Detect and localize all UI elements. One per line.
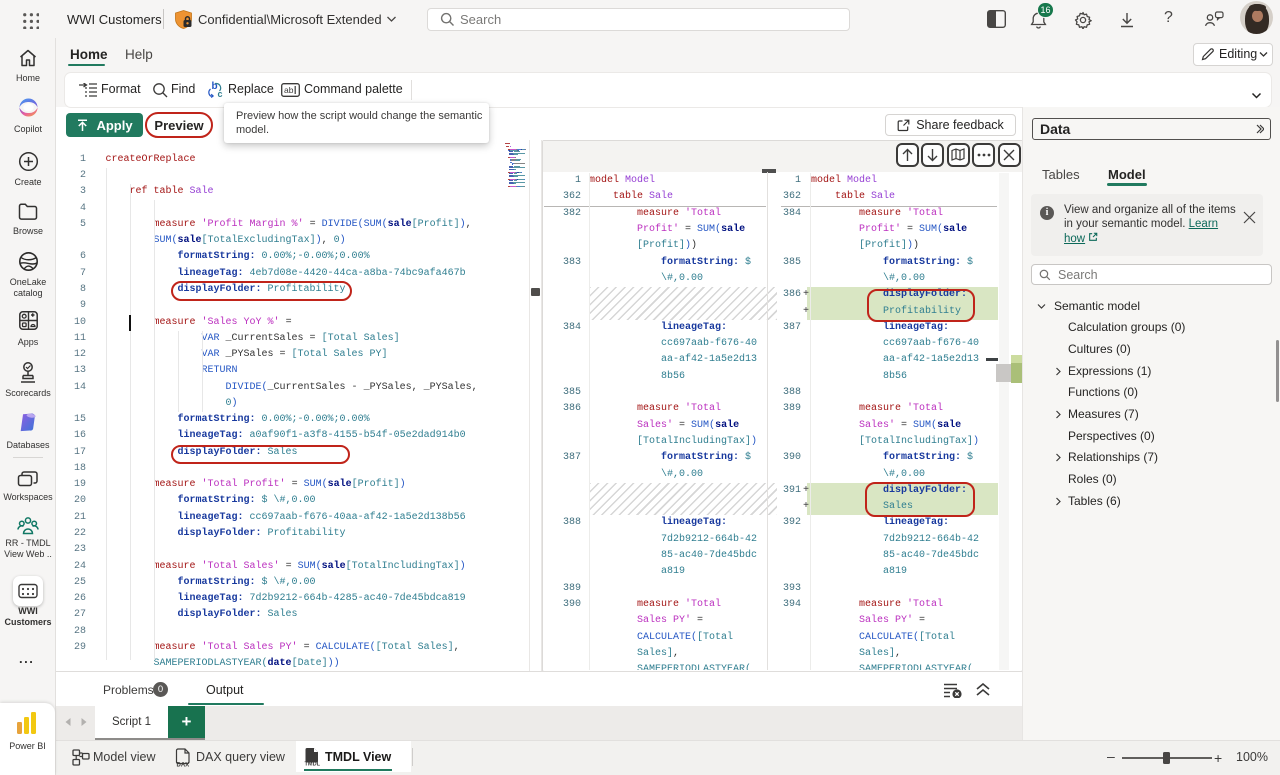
- svg-text:TMDL: TMDL: [305, 762, 321, 767]
- svg-text:DAX: DAX: [177, 763, 190, 768]
- svg-text:ab: ab: [284, 85, 294, 95]
